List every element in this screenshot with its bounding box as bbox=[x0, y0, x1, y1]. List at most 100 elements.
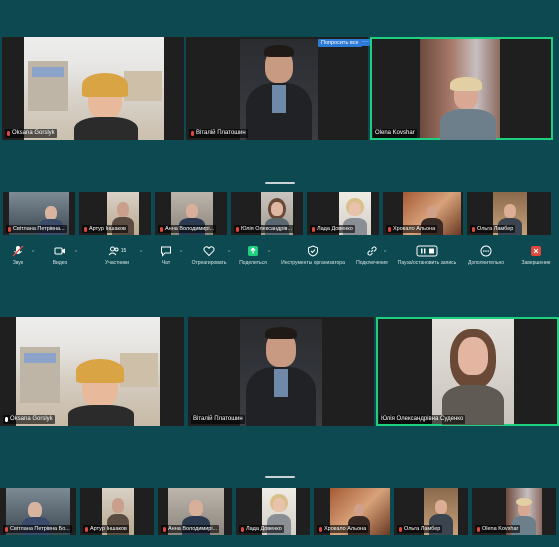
video-tile-vitaliy[interactable]: Віталій Платошин bbox=[186, 37, 368, 140]
muted-mic-icon bbox=[85, 526, 88, 532]
host-tools-button[interactable]: Инструменты организатора bbox=[281, 245, 345, 266]
strip-tile[interactable]: Ольга Ламбер bbox=[394, 488, 468, 535]
participant-name-label: Лада Довенко bbox=[239, 525, 284, 533]
participant-video bbox=[420, 39, 500, 140]
participant-name-label: Артур Іншаков bbox=[82, 225, 128, 233]
video-tile-vitaliy[interactable]: Віталій Платошин bbox=[188, 317, 374, 426]
participant-name-label: Oksana Gorslyk bbox=[3, 415, 55, 424]
participant-name-label: Юлія Олександрів... bbox=[234, 225, 295, 233]
strip-tile[interactable]: Світлана Петрівна Бо... bbox=[0, 488, 76, 535]
end-icon bbox=[531, 246, 541, 256]
strip-resize-handle[interactable] bbox=[265, 182, 295, 184]
participant-name-label: Хрокало Альона bbox=[317, 525, 369, 533]
meeting-screenshot-1: Oksana Gorslyk Віталій Платошин Попросит… bbox=[0, 0, 559, 272]
muted-mic-icon bbox=[5, 526, 8, 532]
pause-stop-recording-button[interactable]: Пауза/остановить запись bbox=[398, 245, 456, 266]
participant-name-label: Віталій Платошин bbox=[189, 129, 248, 138]
video-icon bbox=[54, 247, 65, 255]
muted-mic-icon bbox=[472, 226, 475, 232]
participant-name-label: Світлана Петрівна Бо... bbox=[3, 525, 72, 533]
shield-icon bbox=[308, 245, 318, 257]
mic-icon bbox=[12, 245, 24, 257]
strip-tile[interactable]: Лада Довенко bbox=[236, 488, 310, 535]
toolbar-label: Участники bbox=[105, 260, 129, 266]
participants-count: 15 bbox=[120, 248, 127, 254]
muted-mic-icon bbox=[236, 226, 239, 232]
participant-name-label: Юлія Олександрівна Суденко bbox=[379, 415, 466, 424]
participant-video bbox=[16, 317, 160, 426]
toolbar-label: Дополнительно bbox=[468, 260, 504, 266]
muted-mic-icon bbox=[84, 226, 87, 232]
muted-mic-icon bbox=[319, 526, 322, 532]
participant-video bbox=[24, 37, 164, 140]
toolbar-label: Чат bbox=[161, 260, 171, 266]
participant-name-label: Артур Іншаков bbox=[83, 525, 129, 533]
muted-mic-icon bbox=[191, 131, 194, 136]
participant-name-label: Світлана Петрівна... bbox=[6, 225, 67, 233]
muted-mic-icon bbox=[388, 226, 391, 232]
strip-tile[interactable]: Юлія Олександрів... bbox=[231, 192, 303, 235]
link-icon bbox=[367, 246, 377, 256]
strip-tile[interactable]: Olena Kovshar bbox=[472, 488, 556, 535]
chevron-up-icon[interactable]: ^ bbox=[75, 250, 77, 256]
strip-resize-handle[interactable] bbox=[265, 476, 295, 478]
more-options-icon[interactable]: ··· bbox=[360, 39, 370, 46]
toolbar-label: Подключение bbox=[356, 260, 388, 266]
participant-name-label: Olena Kovshar bbox=[475, 525, 521, 533]
record-icon bbox=[416, 245, 438, 257]
toolbar-label: Пауза/остановить запись bbox=[397, 260, 457, 266]
end-meeting-button[interactable]: Завершение bbox=[507, 245, 559, 266]
share-icon bbox=[248, 246, 258, 256]
participant-name-label: Oksana Gorslyk bbox=[5, 129, 57, 138]
strip-tile[interactable]: Ольга Ламбер bbox=[467, 192, 551, 235]
strip-tile[interactable]: Анна Володимирі... bbox=[158, 488, 232, 535]
video-button[interactable]: Видео bbox=[31, 245, 89, 266]
meeting-screenshot-2: Oksana Gorslyk Віталій Платошин Юлія Оле… bbox=[0, 272, 559, 547]
ask-all-button[interactable]: Попросить все bbox=[318, 39, 362, 47]
toolbar-label: Звук bbox=[12, 260, 24, 266]
participant-name-label: Olena Kovshar bbox=[373, 129, 417, 138]
toolbar-label: Видео bbox=[52, 260, 68, 266]
share-button[interactable]: Поделиться bbox=[224, 245, 282, 266]
strip-tile[interactable]: Хрокало Альона bbox=[383, 192, 463, 235]
chevron-up-icon[interactable]: ^ bbox=[384, 250, 386, 256]
toolbar-label: Отреагировать bbox=[191, 260, 227, 266]
strip-tile[interactable]: Артур Іншаков bbox=[79, 192, 151, 235]
participant-name-label: Ольга Ламбер bbox=[397, 525, 443, 533]
video-tile-yulia[interactable]: Юлія Олександрівна Суденко bbox=[376, 317, 559, 426]
muted-mic-icon bbox=[8, 226, 11, 232]
muted-mic-icon bbox=[160, 226, 163, 232]
strip-tile[interactable]: Анна Володимирі... bbox=[155, 192, 227, 235]
strip-tile[interactable]: Світлана Петрівна... bbox=[3, 192, 75, 235]
connect-button[interactable]: Подключение bbox=[343, 245, 401, 266]
muted-mic-icon bbox=[312, 226, 315, 232]
strip-tile[interactable]: Хрокало Альона bbox=[314, 488, 390, 535]
video-tile-olena[interactable]: Olena Kovshar bbox=[370, 37, 553, 140]
strip-tile[interactable]: Лада Довенко bbox=[307, 192, 379, 235]
chevron-up-icon[interactable]: ^ bbox=[268, 250, 270, 256]
strip-tile[interactable]: Артур Іншаков bbox=[80, 488, 154, 535]
toolbar-label: Инструменты организатора bbox=[281, 260, 345, 266]
participant-name-label: Ольга Ламбер bbox=[470, 225, 516, 233]
participant-name-label: Віталій Платошин bbox=[191, 415, 245, 424]
video-tile-oksana[interactable]: Oksana Gorslyk bbox=[2, 37, 184, 140]
participant-name-label: Анна Володимирі... bbox=[161, 525, 220, 533]
participant-name-label: Хрокало Альона bbox=[386, 225, 438, 233]
more-icon bbox=[480, 245, 492, 257]
muted-mic-icon bbox=[399, 526, 402, 532]
muted-mic-icon bbox=[477, 526, 480, 532]
chat-icon bbox=[161, 246, 171, 257]
muted-mic-icon bbox=[241, 526, 244, 532]
toolbar-label: Поделиться bbox=[239, 260, 267, 266]
video-tile-oksana[interactable]: Oksana Gorslyk bbox=[0, 317, 184, 426]
mic-icon bbox=[5, 417, 8, 422]
participant-name-label: Анна Володимирі... bbox=[158, 225, 217, 233]
toolbar-label: Завершение bbox=[521, 260, 551, 266]
participant-name-label: Лада Довенко bbox=[310, 225, 355, 233]
participant-video bbox=[432, 319, 514, 425]
meeting-toolbar: Звук ^ Видео ^ 15 Участники ^ Чат ^ Отре… bbox=[0, 243, 559, 272]
participant-video bbox=[240, 39, 318, 140]
participant-video bbox=[240, 319, 322, 426]
heart-icon bbox=[203, 246, 215, 257]
muted-mic-icon bbox=[7, 131, 10, 136]
